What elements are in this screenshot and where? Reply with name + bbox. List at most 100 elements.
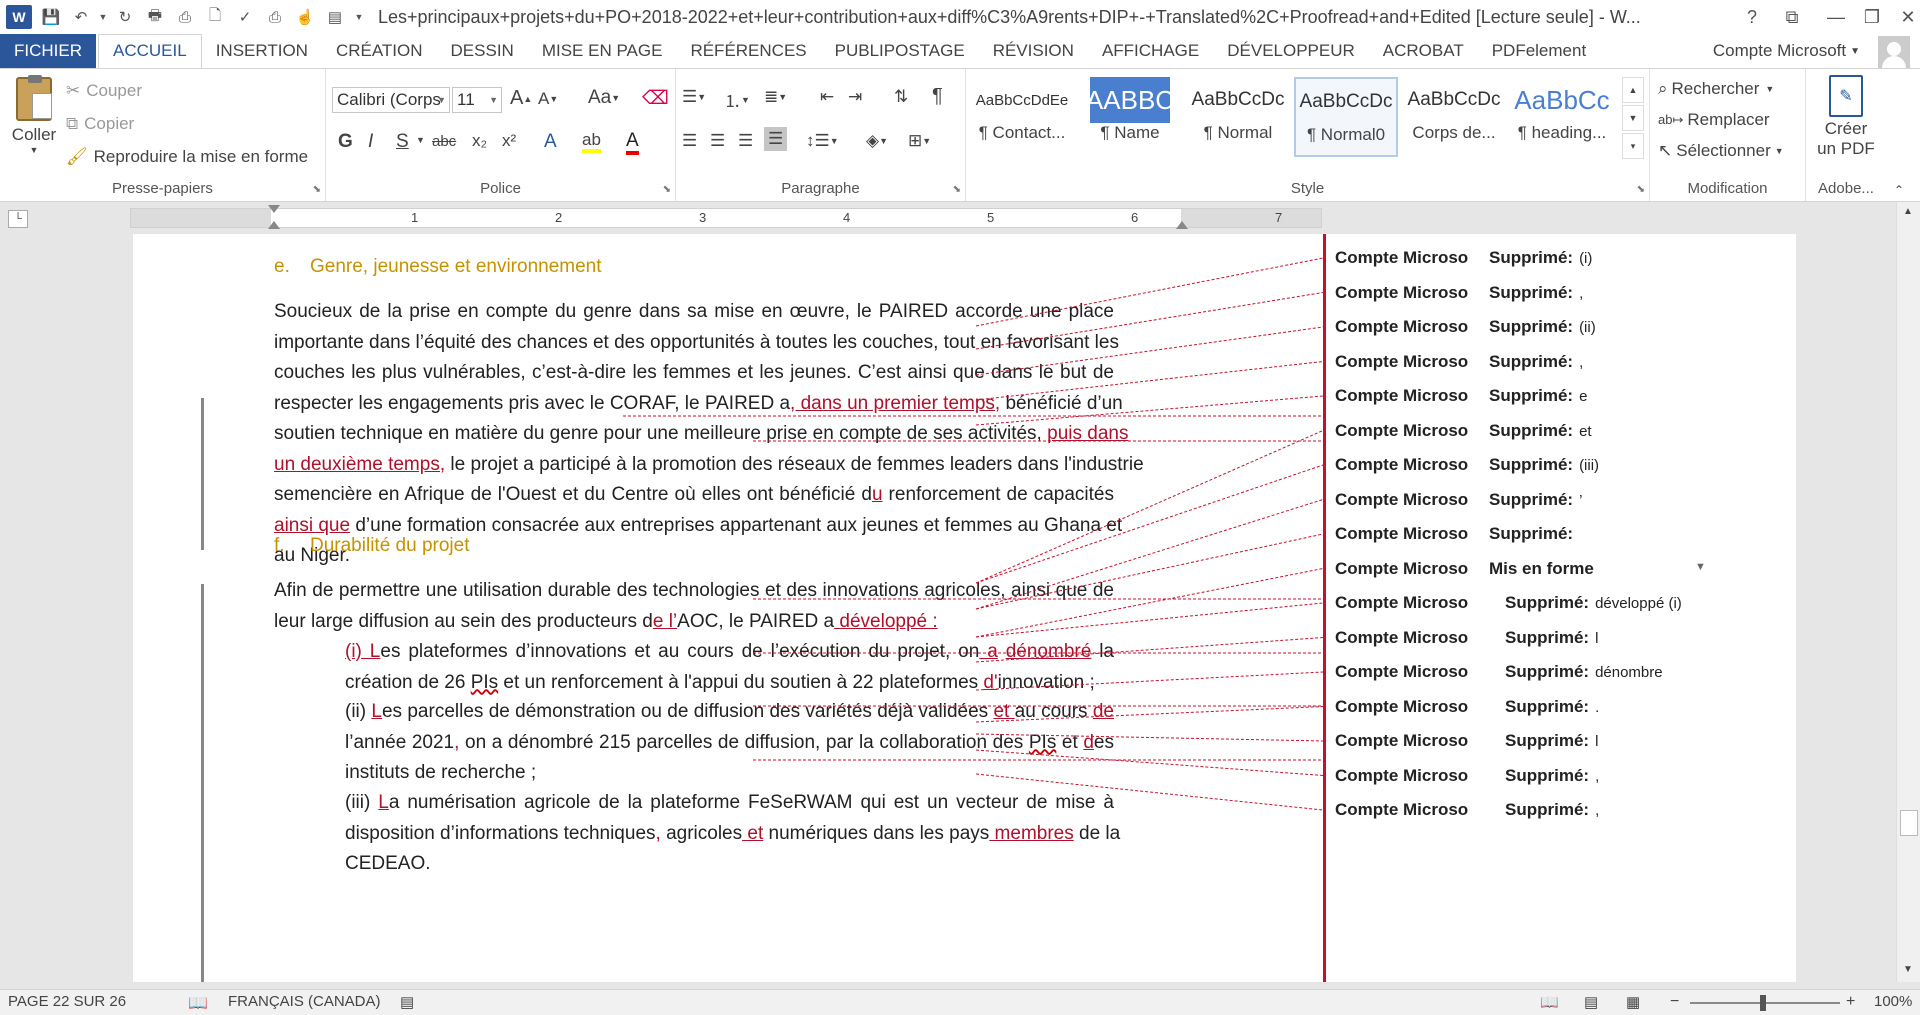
language-indicator[interactable]: FRANÇAIS (CANADA) — [228, 993, 381, 1010]
bold-button[interactable]: G — [338, 131, 353, 153]
right-indent-marker[interactable] — [1176, 221, 1188, 229]
word-logo-icon[interactable]: W — [6, 5, 32, 29]
tab-mise-en-page[interactable]: MISE EN PAGE — [528, 34, 677, 68]
tab-accueil[interactable]: ACCUEIL — [98, 33, 202, 69]
align-left-icon[interactable]: ☰ — [682, 131, 697, 151]
chevron-down-icon[interactable]: ▼ — [416, 135, 425, 145]
tab-publipostage[interactable]: PUBLIPOSTAGE — [821, 34, 979, 68]
font-color-icon[interactable]: A — [626, 131, 639, 155]
increase-indent-icon[interactable]: ⇥ — [848, 87, 862, 107]
close-icon[interactable]: ✕ — [1886, 0, 1920, 34]
multilevel-list-icon[interactable]: ≣ ▼ — [764, 87, 787, 107]
paste-button[interactable]: Coller ▼ — [8, 75, 60, 167]
revision-balloon[interactable]: Compte Microso Supprimé: et — [1335, 421, 1592, 441]
styles-more-icon[interactable]: ▾ — [1622, 133, 1644, 159]
touch-mode-icon[interactable]: ☝ — [290, 0, 320, 34]
print-icon[interactable]: 🖶 — [140, 0, 170, 34]
tab-creation[interactable]: CRÉATION — [322, 34, 437, 68]
strikethrough-button[interactable]: abc — [432, 133, 456, 150]
avatar[interactable] — [1878, 36, 1910, 68]
dialog-launcher-icon[interactable]: ⬊ — [313, 184, 321, 195]
find-button[interactable]: ⌕ Rechercher ▼ — [1658, 79, 1774, 99]
zoom-slider-knob[interactable] — [1760, 995, 1766, 1011]
justify-icon[interactable]: ☰ — [764, 127, 788, 151]
copy-button[interactable]: ⧉ Copier — [66, 114, 134, 134]
print-layout-icon[interactable]: ▤ — [1584, 993, 1598, 1011]
select-button[interactable]: ↖ Sélectionner ▼ — [1658, 141, 1784, 161]
revision-balloon[interactable]: Compte Microso Supprimé: dénombre — [1335, 662, 1663, 682]
cut-button[interactable]: ✂ Couper — [66, 81, 142, 101]
revision-balloon[interactable]: Compte Microso Supprimé:. — [1335, 697, 1599, 717]
change-case-button[interactable]: Aa ▼ — [588, 87, 620, 109]
tab-references[interactable]: RÉFÉRENCES — [676, 34, 820, 68]
hanging-indent-marker[interactable] — [268, 221, 280, 229]
italic-button[interactable]: I — [368, 131, 373, 153]
zoom-slider[interactable] — [1690, 995, 1840, 1011]
revision-balloon[interactable]: Compte Microso Supprimé: (iii) — [1335, 455, 1599, 475]
line-spacing-icon[interactable]: ↕☰ ▼ — [806, 131, 839, 151]
help-icon[interactable]: ? — [1730, 0, 1774, 34]
scroll-thumb[interactable] — [1900, 810, 1918, 836]
tab-developpeur[interactable]: DÉVELOPPEUR — [1213, 34, 1369, 68]
clear-format-icon[interactable]: ⌫ — [642, 87, 669, 110]
horizontal-ruler[interactable]: 1 2 3 4 5 6 7 — [130, 205, 1322, 229]
underline-button[interactable]: S — [396, 131, 409, 153]
redo-icon[interactable]: ↻ — [110, 0, 140, 34]
undo-icon[interactable]: ↶ — [66, 0, 96, 34]
revision-balloon[interactable]: Compte Microso Supprimé:, — [1335, 283, 1583, 303]
align-right-icon[interactable]: ☰ — [738, 131, 753, 151]
revision-balloon[interactable]: Compte Microso Supprimé: ’ — [1335, 490, 1582, 510]
read-mode-icon[interactable]: 📖 — [1540, 993, 1559, 1011]
tab-selector-icon[interactable]: └ — [8, 210, 28, 228]
grow-font-icon[interactable]: A ▲ — [510, 87, 532, 110]
vertical-scrollbar[interactable]: ▲ ▼ — [1896, 202, 1920, 982]
revision-balloon[interactable]: Compte Microso Supprimé:, — [1335, 800, 1599, 820]
bullets-icon[interactable]: ☰ ▼ — [682, 87, 706, 107]
align-center-icon[interactable]: ☰ — [710, 131, 725, 151]
font-name-combo[interactable]: Calibri (Corps ▼ — [332, 87, 450, 113]
styles-scroll-down-icon[interactable]: ▼ — [1622, 105, 1644, 131]
revision-balloon[interactable]: Compte Microso Supprimé:, — [1335, 352, 1583, 372]
superscript-button[interactable]: x² — [502, 131, 516, 151]
zoom-level[interactable]: 100% — [1874, 993, 1912, 1010]
replace-button[interactable]: ab↦ Remplacer — [1658, 110, 1770, 130]
proofing-icon[interactable]: 📖 — [188, 993, 208, 1013]
style-normal[interactable]: AaBbCcDc ¶ Normal — [1186, 77, 1290, 157]
dialog-launcher-icon[interactable]: ⬊ — [663, 184, 671, 195]
text-effects-icon[interactable]: A — [544, 131, 557, 153]
tab-acrobat[interactable]: ACROBAT — [1369, 34, 1478, 68]
style-corps[interactable]: AaBbCcDc Corps de... — [1402, 77, 1506, 157]
revision-balloon[interactable]: Compte Microso Supprimé: (ii) — [1335, 317, 1596, 337]
shrink-font-icon[interactable]: A ▼ — [538, 89, 558, 109]
tab-insertion[interactable]: INSERTION — [202, 34, 322, 68]
tab-pdfelement[interactable]: PDFelement — [1478, 34, 1600, 68]
sort-icon[interactable]: ⇅ — [894, 87, 908, 107]
revision-balloon[interactable]: Compte Microso Supprimé: l — [1335, 731, 1598, 751]
layout-icon[interactable]: ▤ — [320, 0, 350, 34]
format-painter-button[interactable]: 🖌 Reproduire la mise en forme — [66, 147, 308, 167]
zoom-in-icon[interactable]: + — [1846, 993, 1855, 1011]
revision-balloon[interactable]: Compte Microso Supprimé:, — [1335, 766, 1599, 786]
zoom-out-icon[interactable]: − — [1670, 993, 1679, 1011]
customize-toolbar-icon[interactable]: ▼ — [350, 0, 368, 34]
scroll-up-icon[interactable]: ▲ — [1903, 206, 1913, 217]
document-page[interactable]: e. Genre, jeunesse et environnement Souci… — [133, 234, 1796, 982]
page-indicator[interactable]: PAGE 22 SUR 26 — [8, 993, 126, 1010]
tab-affichage[interactable]: AFFICHAGE — [1088, 34, 1213, 68]
scroll-down-icon[interactable]: ▼ — [1903, 964, 1913, 975]
macro-icon[interactable]: ▤ — [400, 993, 414, 1011]
new-document-icon[interactable]: 🗋 — [200, 0, 230, 34]
dialog-launcher-icon[interactable]: ⬊ — [1637, 184, 1645, 195]
revision-balloon[interactable]: Compte Microso Supprimé: (i) — [1335, 248, 1592, 268]
print-preview-icon[interactable]: ⎙ — [170, 0, 200, 34]
spelling-icon[interactable]: ✓ — [230, 0, 260, 34]
tab-revision[interactable]: RÉVISION — [979, 34, 1088, 68]
undo-dropdown-icon[interactable]: ▼ — [96, 0, 110, 34]
show-formatting-icon[interactable]: ¶ — [932, 85, 943, 108]
styles-scroll-up-icon[interactable]: ▲ — [1622, 77, 1644, 103]
revision-balloon[interactable]: Compte Microso Mis en forme ▼ — [1335, 559, 1706, 579]
decrease-indent-icon[interactable]: ⇤ — [820, 87, 834, 107]
tab-dessin[interactable]: DESSIN — [437, 34, 528, 68]
revision-balloon[interactable]: Compte Microso Supprimé: développé (i) — [1335, 593, 1682, 613]
borders-icon[interactable]: ⊞ ▼ — [908, 131, 931, 151]
